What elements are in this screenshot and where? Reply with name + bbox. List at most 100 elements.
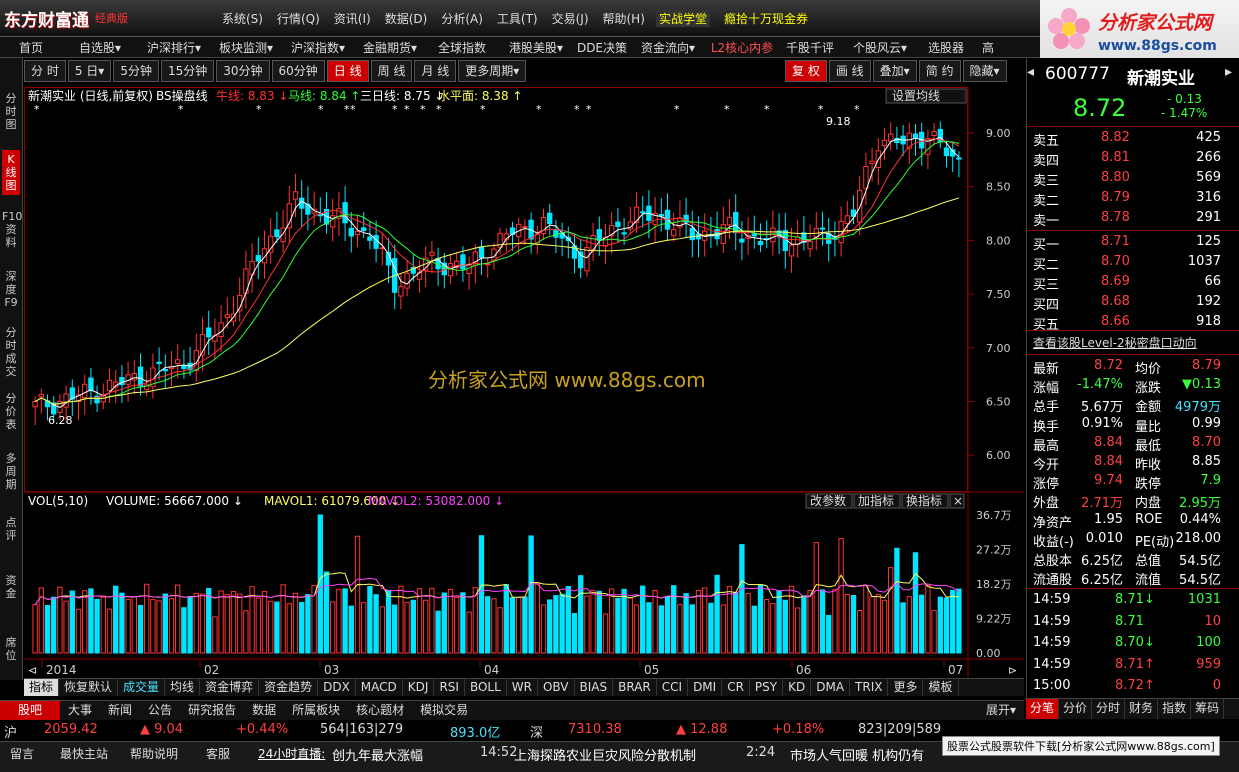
ind-tab-ma[interactable]: 均线 (165, 679, 201, 696)
news-tab-reports[interactable]: 研究报告 (180, 701, 244, 720)
ind-tab-default[interactable]: 恢复默认 (59, 679, 119, 696)
tab-multi-period[interactable]: 多周期 (2, 452, 20, 491)
menu-quote[interactable]: 行情(Q) (277, 10, 320, 27)
next-stock-icon[interactable]: ▸ (1225, 64, 1232, 80)
help-link[interactable]: 帮助说明 (130, 745, 178, 762)
menu-trade[interactable]: 交易(J) (552, 10, 589, 27)
live-label[interactable]: 24小时直播: (258, 745, 325, 762)
ind-tab-fund-trend[interactable]: 资金趋势 (259, 679, 319, 696)
ind-tab-trix[interactable]: TRIX (850, 679, 889, 696)
nav-watchlist[interactable]: 自选股▾ (62, 37, 138, 57)
period-5min[interactable]: 5分钟 (113, 60, 159, 82)
scroll-right-icon[interactable]: ⊳ (1008, 664, 1017, 677)
ticker-msg-2[interactable]: 上海探路农业巨灾风险分散机制 (514, 745, 696, 764)
nav-futures[interactable]: 金融期货▾ (354, 37, 426, 57)
nav-dde[interactable]: DDE决策 (574, 37, 630, 57)
qtab-chips[interactable]: 筹码 (1191, 699, 1225, 719)
menu-info[interactable]: 资讯(I) (334, 10, 371, 27)
ind-tab-dmi[interactable]: DMI (688, 679, 723, 696)
prev-stock-icon[interactable]: ◂ (1027, 64, 1034, 80)
period-60min[interactable]: 60分钟 (271, 60, 325, 82)
tab-trades[interactable]: 分时成交 (2, 326, 20, 378)
nav-sector-monitor[interactable]: 板块监测▾ (210, 37, 282, 57)
tab-kline[interactable]: K线图 (2, 150, 20, 195)
simple-button[interactable]: 简 约 (918, 60, 961, 82)
ind-tab-dma[interactable]: DMA (811, 679, 851, 696)
ind-tab-kdj[interactable]: KDJ (403, 679, 435, 696)
nav-fund-flow[interactable]: 资金流向▾ (630, 37, 706, 57)
period-daily[interactable]: 日 线 (326, 60, 369, 82)
period-more[interactable]: 更多周期▾ (458, 60, 527, 82)
news-tab-sectors[interactable]: 所属板块 (284, 701, 348, 720)
period-5day[interactable]: 5 日▾ (67, 60, 112, 82)
adjust-button[interactable]: 复 权 (785, 60, 827, 82)
period-weekly[interactable]: 周 线 (370, 60, 413, 82)
menu-help[interactable]: 帮助(H) (603, 10, 645, 27)
expand-button[interactable]: 展开▾ (978, 701, 1024, 720)
tab-f9[interactable]: 深度F9 (2, 270, 20, 309)
download-popup[interactable]: 股票公式股票软件下载[分析家公式网www.88gs.com] (942, 736, 1220, 756)
ind-tab-cr[interactable]: CR (722, 679, 750, 696)
qtab-trades[interactable]: 分笔 (1026, 699, 1060, 719)
message-link[interactable]: 留言 (10, 745, 34, 762)
customer-service-link[interactable]: 客服 (206, 745, 230, 762)
news-tab-forum[interactable]: 股吧 (0, 701, 61, 720)
tab-seats[interactable]: 席位 (2, 636, 20, 662)
news-tab-data[interactable]: 数据 (244, 701, 284, 720)
qtab-price[interactable]: 分价 (1059, 699, 1093, 719)
tab-funds[interactable]: 资金 (2, 574, 20, 600)
period-timeshare[interactable]: 分 时 (24, 60, 66, 82)
ind-tab-rsi[interactable]: RSI (434, 679, 465, 696)
nav-more[interactable]: 高 (974, 37, 1002, 57)
news-tab-announce[interactable]: 公告 (140, 701, 180, 720)
promo-link-1[interactable]: 实战学堂 (656, 10, 711, 27)
ind-tab-macd[interactable]: MACD (356, 679, 403, 696)
ticker-msg-1[interactable]: 创九年最大涨幅 (332, 745, 423, 764)
sz-index-value[interactable]: 7310.38 (568, 722, 622, 737)
fastest-server-link[interactable]: 最快主站 (60, 745, 108, 762)
ind-tab-template[interactable]: 模板 (923, 679, 959, 696)
news-tab-events[interactable]: 大事 (60, 701, 100, 720)
nav-screener[interactable]: 选股器 (918, 37, 974, 57)
tab-price-table[interactable]: 分价表 (2, 392, 20, 431)
menu-tools[interactable]: 工具(T) (497, 10, 538, 27)
ind-tab-volume[interactable]: 成交量 (118, 679, 166, 696)
ticker-msg-3[interactable]: 市场人气回暖 机构仍有 (790, 745, 924, 764)
tab-timeshare[interactable]: 分时图 (2, 92, 20, 131)
nav-stock-news[interactable]: 个股风云▾ (842, 37, 918, 57)
tab-f10[interactable]: F10资料 (2, 210, 22, 249)
nav-index[interactable]: 沪深指数▾ (282, 37, 354, 57)
news-tab-topics[interactable]: 核心题材 (348, 701, 412, 720)
level2-link[interactable]: 查看该股Level-2秘密盘口动向 (1033, 334, 1197, 351)
qtab-index[interactable]: 指数 (1158, 699, 1192, 719)
news-tab-news[interactable]: 新闻 (100, 701, 140, 720)
scroll-left-icon[interactable]: ⊲ (28, 664, 37, 677)
sh-index-value[interactable]: 2059.42 (44, 722, 98, 737)
nav-hk-us[interactable]: 港股美股▾ (498, 37, 574, 57)
period-monthly[interactable]: 月 线 (414, 60, 457, 82)
ind-tab-brar[interactable]: BRAR (613, 679, 657, 696)
nav-l2[interactable]: L2核心内参 (706, 37, 778, 57)
qtab-timeshare[interactable]: 分时 (1092, 699, 1126, 719)
menu-analysis[interactable]: 分析(A) (441, 10, 483, 27)
news-tab-sim-trade[interactable]: 模拟交易 (412, 701, 476, 720)
tab-comment[interactable]: 点评 (2, 516, 20, 542)
ind-tab-psy[interactable]: PSY (750, 679, 784, 696)
nav-ranking[interactable]: 沪深排行▾ (138, 37, 210, 57)
ind-tab-indicator[interactable]: 指标 (24, 679, 60, 696)
nav-comments[interactable]: 千股千评 (778, 37, 842, 57)
ind-tab-wr[interactable]: WR (507, 679, 538, 696)
promo-link-2[interactable]: 瘾拾十万现金券 (724, 10, 808, 27)
nav-global-index[interactable]: 全球指数 (426, 37, 498, 57)
period-15min[interactable]: 15分钟 (160, 60, 215, 82)
period-30min[interactable]: 30分钟 (216, 60, 270, 82)
menu-data[interactable]: 数据(D) (385, 10, 428, 27)
hide-button[interactable]: 隐藏▾ (962, 60, 1007, 82)
ind-tab-fund-game[interactable]: 资金博弈 (200, 679, 260, 696)
ind-tab-obv[interactable]: OBV (538, 679, 575, 696)
nav-home[interactable]: 首页 (0, 37, 62, 57)
ind-tab-bias[interactable]: BIAS (575, 679, 614, 696)
ind-tab-ddx[interactable]: DDX (318, 679, 356, 696)
ind-tab-more[interactable]: 更多 (888, 679, 924, 696)
ind-tab-boll[interactable]: BOLL (465, 679, 507, 696)
